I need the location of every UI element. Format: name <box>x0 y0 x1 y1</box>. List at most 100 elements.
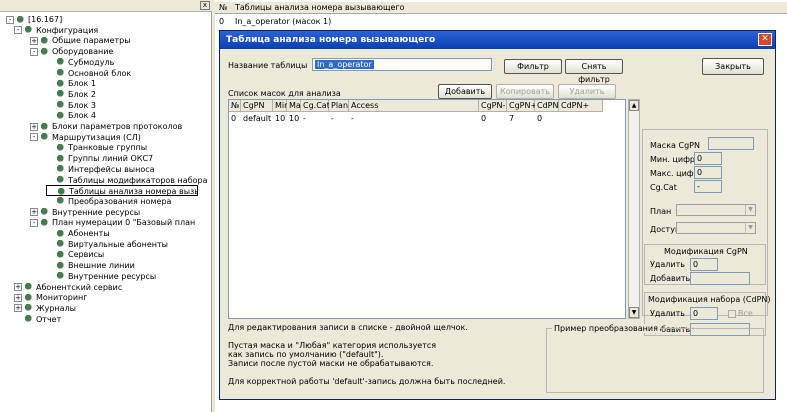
tree-close-button[interactable]: x <box>200 1 210 10</box>
column-header[interactable]: Min <box>273 100 289 112</box>
tree-item[interactable]: Блок 3 <box>46 100 96 111</box>
table-cell[interactable]: 7 <box>507 113 514 124</box>
expand-icon[interactable]: + <box>14 283 22 291</box>
tree-item[interactable]: Внешние линии <box>46 260 135 271</box>
collapse-icon[interactable]: - <box>30 47 38 56</box>
min-digits-input[interactable]: 0 <box>694 152 722 165</box>
expand-icon[interactable]: + <box>30 36 38 45</box>
close-icon[interactable]: ✕ <box>758 33 772 46</box>
expand-icon[interactable]: + <box>30 208 38 217</box>
cg-cat-input[interactable]: - <box>694 180 722 193</box>
column-header[interactable]: Access <box>349 100 479 112</box>
scroll-up-icon[interactable]: ▲ <box>629 100 639 111</box>
resource-icon <box>41 208 49 217</box>
mask-table[interactable]: № CgPN Min Max Cg.Cat Plan Access CgPN- CgPN+ CdP… <box>228 99 626 319</box>
tree-item[interactable]: Внутренние ресурсы <box>46 271 156 282</box>
add-button[interactable]: Добавить <box>438 84 492 99</box>
tree-item[interactable]: Отчет <box>14 314 61 325</box>
mask-cgpn-input[interactable] <box>708 137 754 150</box>
column-header[interactable]: CdPN- <box>535 100 561 112</box>
table-cell[interactable]: 0 <box>535 113 542 124</box>
mod-cgpn-add-input[interactable] <box>690 272 750 285</box>
tree-item[interactable]: + Внутренние ресурсы <box>30 207 140 218</box>
config-icon <box>25 26 33 35</box>
tree-item[interactable]: Основной блок <box>46 68 131 79</box>
tree-item[interactable]: Группы линий ОКС7 <box>46 153 153 164</box>
tree-item-label: Маршрутизация (СЛ) <box>52 132 141 142</box>
tree-item-label: Виртуальные абоненты <box>68 239 168 249</box>
collapse-icon[interactable]: - <box>30 133 38 142</box>
table-cell[interactable]: default <box>241 113 271 124</box>
tree-item[interactable]: Абоненты <box>46 228 110 239</box>
conversion-example-group <box>546 328 764 393</box>
mask-list-label: Список масок для анализа <box>228 89 341 98</box>
scroll-down-icon[interactable]: ▼ <box>629 307 639 318</box>
column-header[interactable]: № <box>229 100 241 112</box>
column-header[interactable]: Plan <box>329 100 349 112</box>
all-checkbox[interactable]: Все <box>728 309 753 318</box>
collapse-icon[interactable]: - <box>14 26 22 35</box>
delete-button[interactable]: Удалить <box>558 84 616 99</box>
tree-item[interactable]: Таблицы модификаторов набора <box>46 175 208 186</box>
tree-item[interactable]: Сервисы <box>46 249 104 260</box>
tree-item[interactable]: - План нумерации 0 "Базовый план нумераци… <box>30 217 196 228</box>
leaf-icon <box>57 250 65 259</box>
tree-item[interactable]: Транковые группы <box>46 142 147 153</box>
tree-item[interactable]: + Мониторинг <box>14 292 88 303</box>
column-header[interactable]: CgPN <box>241 100 273 112</box>
tree-item[interactable]: Преобразования номера <box>46 196 171 207</box>
tree-item-label: Блок 4 <box>68 111 96 121</box>
tree-item[interactable]: Блок 4 <box>46 110 96 121</box>
collapse-icon[interactable]: - <box>30 218 38 227</box>
column-header[interactable]: Cg.Cat <box>301 100 330 112</box>
tree-item[interactable]: Субмодуль <box>46 57 114 68</box>
tree-item[interactable]: Интерфейсы выноса <box>46 164 155 175</box>
plan-label: План <box>650 207 672 216</box>
max-digits-input[interactable]: 0 <box>694 166 722 179</box>
column-header[interactable]: CdPN+ <box>559 100 603 112</box>
tree-item[interactable]: + Общие параметры <box>30 35 131 46</box>
mod-cgpn-delete-input[interactable]: 0 <box>690 258 718 271</box>
plan-select[interactable]: ▼ <box>676 204 756 216</box>
tree-item-label: Преобразования номера <box>68 196 172 206</box>
tree-item[interactable]: + Блоки параметров протоколов <box>30 121 182 132</box>
expand-icon[interactable]: + <box>14 293 22 302</box>
mod-cdpn-delete-input[interactable]: 0 <box>690 307 718 320</box>
table-row[interactable]: 0 In_a_operator (масок 1) <box>215 16 787 28</box>
tree-item[interactable]: - Маршрутизация (СЛ) <box>30 132 141 143</box>
table-cell[interactable]: - <box>301 113 306 124</box>
tree-item[interactable]: - Оборудование <box>30 46 113 57</box>
collapse-icon[interactable]: - <box>6 15 14 24</box>
tree-item[interactable]: Виртуальные абоненты <box>46 239 168 250</box>
table-cell[interactable]: 10 <box>273 113 285 124</box>
filter-button[interactable]: Фильтр <box>504 59 562 74</box>
tree-item[interactable]: Блок 2 <box>46 89 96 100</box>
table-cell[interactable]: - <box>349 113 354 124</box>
table-cell[interactable]: 0 <box>479 113 486 124</box>
tree-item[interactable]: + Абонентский сервис <box>14 282 122 293</box>
tree-item[interactable]: - [16.167] <box>6 14 62 25</box>
column-header[interactable]: CgPN- <box>479 100 507 112</box>
leaf-icon <box>57 165 65 174</box>
copy-button[interactable]: Копировать <box>496 84 554 99</box>
clear-filter-button[interactable]: Снять фильтр <box>565 59 623 84</box>
mask-table-scrollbar[interactable]: ▲ ▼ <box>628 99 640 319</box>
table-cell[interactable]: 0 <box>229 113 236 124</box>
expand-icon[interactable]: + <box>14 304 22 313</box>
table-cell[interactable]: - <box>329 113 334 124</box>
column-header[interactable]: CgPN+ <box>507 100 537 112</box>
access-select[interactable]: ▼ <box>676 222 756 234</box>
table-name-input[interactable]: In_a_operator <box>312 58 492 71</box>
tree-item-label: Блоки параметров протоколов <box>52 122 183 131</box>
tree-item[interactable]: Блок 1 <box>46 78 96 89</box>
tree-item-label: Субмодуль <box>68 57 115 67</box>
tree-item[interactable]: + Журналы <box>14 303 76 314</box>
tree-item-selected[interactable]: Таблицы анализа номера вызывающего <box>46 185 198 197</box>
column-header[interactable]: Max <box>287 100 306 112</box>
close-button[interactable]: Закрыть <box>702 58 764 75</box>
table-cell[interactable]: 10 <box>287 113 299 124</box>
table-cell[interactable] <box>559 113 561 124</box>
hint-empty-2: как запись по умолчанию ("default"). <box>228 350 384 359</box>
expand-icon[interactable]: + <box>30 122 38 131</box>
tree-item[interactable]: - Конфигурация <box>14 25 98 36</box>
